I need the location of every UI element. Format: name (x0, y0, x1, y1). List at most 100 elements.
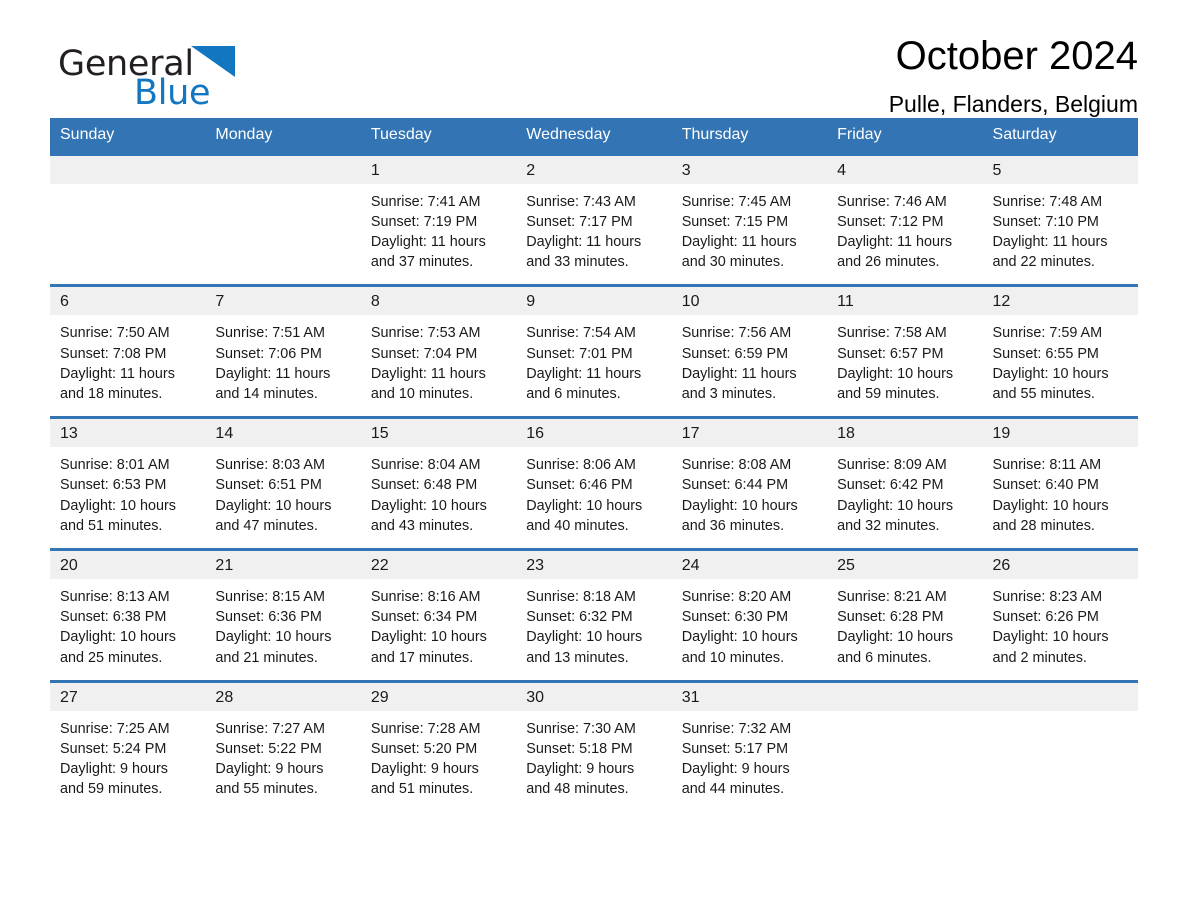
day-cell (982, 679, 1138, 812)
day-number: 17 (671, 419, 828, 448)
sunrise-text: Sunrise: 7:54 AM (526, 325, 636, 342)
day-details: Sunrise: 7:27 AM Sunset: 5:22 PM Dayligh… (205, 711, 360, 812)
sunrise-text: Sunrise: 7:59 AM (992, 325, 1103, 342)
sunrise-text: Sunrise: 7:27 AM (215, 720, 326, 737)
day-number: 7 (205, 287, 361, 316)
day-cell[interactable]: 20 Sunrise: 8:13 AM Sunset: 6:38 PM Dayl… (50, 548, 206, 682)
day-cell[interactable]: 27 Sunrise: 7:25 AM Sunset: 5:24 PM Dayl… (50, 679, 206, 812)
day-details: Sunrise: 7:46 AM Sunset: 7:12 PM Dayligh… (827, 184, 982, 285)
day-details: Sunrise: 8:15 AM Sunset: 6:36 PM Dayligh… (205, 579, 360, 680)
daylight-text-line1: Daylight: 11 hours (60, 365, 175, 382)
sunset-text: Sunset: 6:38 PM (60, 609, 167, 626)
day-cell[interactable]: 31 Sunrise: 7:32 AM Sunset: 5:17 PM Dayl… (671, 679, 828, 812)
day-details: Sunrise: 8:11 AM Sunset: 6:40 PM Dayligh… (983, 447, 1138, 548)
sunrise-text: Sunrise: 8:18 AM (526, 589, 636, 606)
day-cell[interactable]: 6 Sunrise: 7:50 AM Sunset: 7:08 PM Dayli… (50, 284, 206, 418)
daylight-text-line2: and 43 minutes. (370, 517, 474, 534)
daylight-text-line1: Daylight: 11 hours (526, 365, 642, 382)
daylight-text-line1: Daylight: 11 hours (370, 365, 486, 382)
day-cell[interactable]: 29 Sunrise: 7:28 AM Sunset: 5:20 PM Dayl… (360, 679, 517, 812)
daylight-text-line2: and 44 minutes. (681, 781, 785, 798)
day-cell (205, 152, 361, 286)
daylight-text-line2: and 48 minutes. (526, 781, 629, 798)
page-header: General Blue October 2024 Pulle, Flander… (50, 0, 1138, 117)
day-details: Sunrise: 7:56 AM Sunset: 6:59 PM Dayligh… (672, 315, 827, 416)
day-cell[interactable]: 12 Sunrise: 7:59 AM Sunset: 6:55 PM Dayl… (982, 284, 1138, 418)
day-number: 14 (205, 419, 361, 448)
day-number: 3 (671, 155, 828, 184)
day-details: Sunrise: 7:48 AM Sunset: 7:10 PM Dayligh… (983, 184, 1138, 285)
day-cell[interactable]: 28 Sunrise: 7:27 AM Sunset: 5:22 PM Dayl… (205, 679, 361, 812)
day-cell[interactable]: 30 Sunrise: 7:30 AM Sunset: 5:18 PM Dayl… (516, 679, 672, 812)
day-cell[interactable]: 7 Sunrise: 7:51 AM Sunset: 7:06 PM Dayli… (205, 284, 361, 418)
daylight-text-line2: and 6 minutes. (526, 386, 621, 403)
sunset-text: Sunset: 5:22 PM (215, 741, 322, 758)
day-cell[interactable]: 16 Sunrise: 8:06 AM Sunset: 6:46 PM Dayl… (516, 416, 672, 550)
sunset-text: Sunset: 6:46 PM (526, 477, 633, 494)
day-cell[interactable]: 23 Sunrise: 8:18 AM Sunset: 6:32 PM Dayl… (516, 548, 672, 682)
daylight-text-line2: and 40 minutes. (526, 517, 629, 534)
day-details: Sunrise: 8:13 AM Sunset: 6:38 PM Dayligh… (50, 579, 205, 680)
sunset-text: Sunset: 7:08 PM (60, 345, 167, 362)
day-cell[interactable]: 24 Sunrise: 8:20 AM Sunset: 6:30 PM Dayl… (671, 548, 828, 682)
daylight-text-line2: and 59 minutes. (837, 386, 940, 403)
daylight-text-line2: and 37 minutes. (370, 254, 474, 271)
day-number: 15 (360, 419, 517, 448)
sunset-text: Sunset: 5:18 PM (526, 741, 633, 758)
day-details: Sunrise: 8:21 AM Sunset: 6:28 PM Dayligh… (827, 579, 982, 680)
sunrise-text: Sunrise: 7:46 AM (837, 193, 947, 210)
sunrise-text: Sunrise: 8:01 AM (60, 457, 170, 474)
day-details: Sunrise: 7:32 AM Sunset: 5:17 PM Dayligh… (672, 711, 827, 812)
day-cell[interactable]: 3 Sunrise: 7:45 AM Sunset: 7:15 PM Dayli… (671, 152, 828, 286)
day-number: 12 (982, 287, 1138, 316)
day-cell[interactable]: 4 Sunrise: 7:46 AM Sunset: 7:12 PM Dayli… (827, 152, 983, 286)
day-details (983, 711, 1138, 807)
daylight-text-line1: Daylight: 10 hours (215, 629, 332, 646)
day-cell[interactable]: 15 Sunrise: 8:04 AM Sunset: 6:48 PM Dayl… (360, 416, 517, 550)
day-cell[interactable]: 17 Sunrise: 8:08 AM Sunset: 6:44 PM Dayl… (671, 416, 828, 550)
day-cell[interactable]: 19 Sunrise: 8:11 AM Sunset: 6:40 PM Dayl… (982, 416, 1138, 550)
day-details: Sunrise: 8:20 AM Sunset: 6:30 PM Dayligh… (672, 579, 827, 680)
day-cell[interactable]: 26 Sunrise: 8:23 AM Sunset: 6:26 PM Dayl… (982, 548, 1138, 682)
week-row: 27 Sunrise: 7:25 AM Sunset: 5:24 PM Dayl… (50, 679, 1138, 812)
sunset-text: Sunset: 5:24 PM (60, 741, 167, 758)
sunrise-text: Sunrise: 8:11 AM (992, 457, 1102, 474)
daylight-text-line2: and 18 minutes. (60, 386, 163, 403)
day-cell[interactable]: 18 Sunrise: 8:09 AM Sunset: 6:42 PM Dayl… (827, 416, 983, 550)
sunset-text: Sunset: 7:17 PM (526, 213, 633, 230)
sunrise-text: Sunrise: 8:03 AM (215, 457, 326, 474)
week-row: 6 Sunrise: 7:50 AM Sunset: 7:08 PM Dayli… (50, 284, 1138, 418)
sunrise-text: Sunrise: 8:16 AM (370, 589, 481, 606)
day-cell[interactable]: 1 Sunrise: 7:41 AM Sunset: 7:19 PM Dayli… (360, 152, 517, 286)
day-cell[interactable]: 13 Sunrise: 8:01 AM Sunset: 6:53 PM Dayl… (50, 416, 206, 550)
daylight-text-line2: and 55 minutes. (992, 386, 1095, 403)
day-number: 28 (205, 682, 361, 711)
week-row: 1 Sunrise: 7:41 AM Sunset: 7:19 PM Dayli… (50, 152, 1138, 286)
day-cell[interactable]: 8 Sunrise: 7:53 AM Sunset: 7:04 PM Dayli… (360, 284, 517, 418)
day-details: Sunrise: 7:45 AM Sunset: 7:15 PM Dayligh… (672, 184, 827, 285)
daylight-text-line2: and 55 minutes. (215, 781, 318, 798)
daylight-text-line2: and 2 minutes. (992, 649, 1087, 666)
title-block: October 2024 Pulle, Flanders, Belgium (889, 34, 1138, 117)
day-cell[interactable]: 14 Sunrise: 8:03 AM Sunset: 6:51 PM Dayl… (205, 416, 361, 550)
day-details: Sunrise: 7:53 AM Sunset: 7:04 PM Dayligh… (361, 315, 516, 416)
calendar-header-row: Sunday Monday Tuesday Wednesday Thursday… (50, 118, 1138, 155)
daylight-text-line1: Daylight: 10 hours (526, 497, 643, 514)
day-cell[interactable]: 25 Sunrise: 8:21 AM Sunset: 6:28 PM Dayl… (827, 548, 983, 682)
day-cell[interactable]: 2 Sunrise: 7:43 AM Sunset: 7:17 PM Dayli… (516, 152, 672, 286)
sunrise-text: Sunrise: 7:56 AM (681, 325, 792, 342)
daylight-text-line1: Daylight: 9 hours (215, 761, 324, 778)
day-cell[interactable]: 5 Sunrise: 7:48 AM Sunset: 7:10 PM Dayli… (982, 152, 1138, 286)
sunrise-text: Sunrise: 8:04 AM (370, 457, 481, 474)
day-number: 16 (516, 419, 672, 448)
day-cell[interactable]: 9 Sunrise: 7:54 AM Sunset: 7:01 PM Dayli… (516, 284, 672, 418)
daylight-text-line1: Daylight: 9 hours (370, 761, 479, 778)
day-number: 20 (50, 551, 206, 580)
day-cell[interactable]: 21 Sunrise: 8:15 AM Sunset: 6:36 PM Dayl… (205, 548, 361, 682)
day-cell[interactable]: 11 Sunrise: 7:58 AM Sunset: 6:57 PM Dayl… (827, 284, 983, 418)
daylight-text-line1: Daylight: 10 hours (60, 497, 176, 514)
sunset-text: Sunset: 6:34 PM (370, 609, 478, 626)
day-cell[interactable]: 10 Sunrise: 7:56 AM Sunset: 6:59 PM Dayl… (671, 284, 828, 418)
day-cell[interactable]: 22 Sunrise: 8:16 AM Sunset: 6:34 PM Dayl… (360, 548, 517, 682)
day-number: 9 (516, 287, 672, 316)
